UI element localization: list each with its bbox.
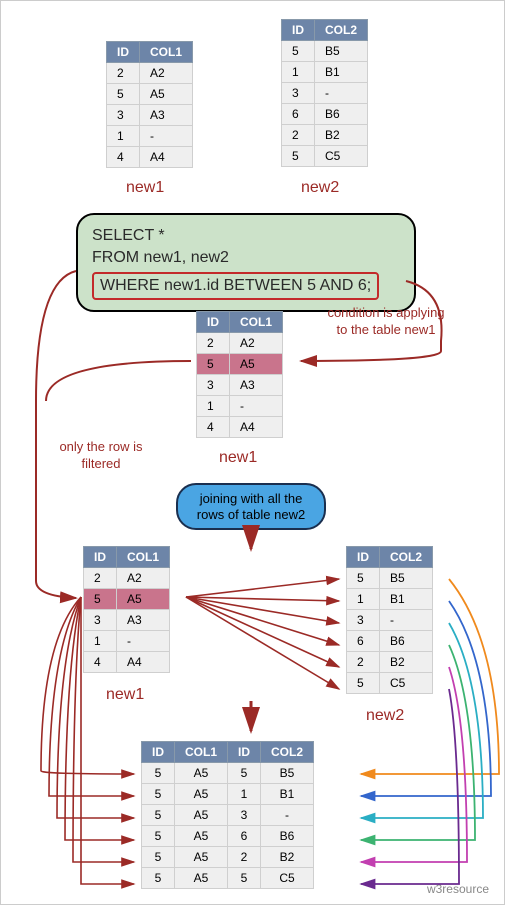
- table-lower-new1: IDCOL1 2A2 5A5 3A3 1- 4A4: [83, 546, 170, 673]
- table-mid-new1: IDCOL1 2A2 5A5 3A3 1- 4A4: [196, 311, 283, 438]
- caption-lower-new2: new2: [366, 707, 404, 725]
- col-header: COL2: [315, 20, 368, 41]
- badge-joining: joining with all the rows of table new2: [176, 483, 326, 530]
- col-header: COL1: [117, 547, 170, 568]
- table-top-new1: IDCOL1 2A2 5A5 3A3 1- 4A4: [106, 41, 193, 168]
- col-header: COL2: [261, 742, 314, 763]
- note-filtered: only the row is filtered: [51, 439, 151, 473]
- col-header: ID: [282, 20, 315, 41]
- col-header: ID: [347, 547, 380, 568]
- col-header: ID: [142, 742, 175, 763]
- col-header: COL1: [175, 742, 228, 763]
- diagram-canvas: { "tables": { "top_new1": { "headers": […: [0, 0, 505, 905]
- sql-line2: FROM new1, new2: [92, 247, 400, 269]
- sql-where-clause: WHERE new1.id BETWEEN 5 AND 6;: [92, 272, 379, 300]
- table-lower-new2: IDCOL2 5B5 1B1 3- 6B6 2B2 5C5: [346, 546, 433, 694]
- col-header: ID: [197, 312, 230, 333]
- caption-lower-new1: new1: [106, 686, 144, 704]
- note-condition: condition is applying to the table new1: [326, 305, 446, 339]
- col-header: COL1: [230, 312, 283, 333]
- col-header: ID: [228, 742, 261, 763]
- col-header: COL1: [140, 42, 193, 63]
- sql-line1: SELECT *: [92, 225, 400, 247]
- caption-top-new1: new1: [126, 179, 164, 197]
- table-result: ID COL1 ID COL2 5A55B5 5A51B1 5A53- 5A56…: [141, 741, 314, 889]
- caption-top-new2: new2: [301, 179, 339, 197]
- footer-credit: w3resource: [427, 882, 489, 896]
- table-top-new2: IDCOL2 5B5 1B1 3- 6B6 2B2 5C5: [281, 19, 368, 167]
- sql-query-box: SELECT * FROM new1, new2 WHERE new1.id B…: [76, 213, 416, 312]
- col-header: ID: [84, 547, 117, 568]
- col-header: COL2: [380, 547, 433, 568]
- col-header: ID: [107, 42, 140, 63]
- caption-mid-new1: new1: [219, 449, 257, 467]
